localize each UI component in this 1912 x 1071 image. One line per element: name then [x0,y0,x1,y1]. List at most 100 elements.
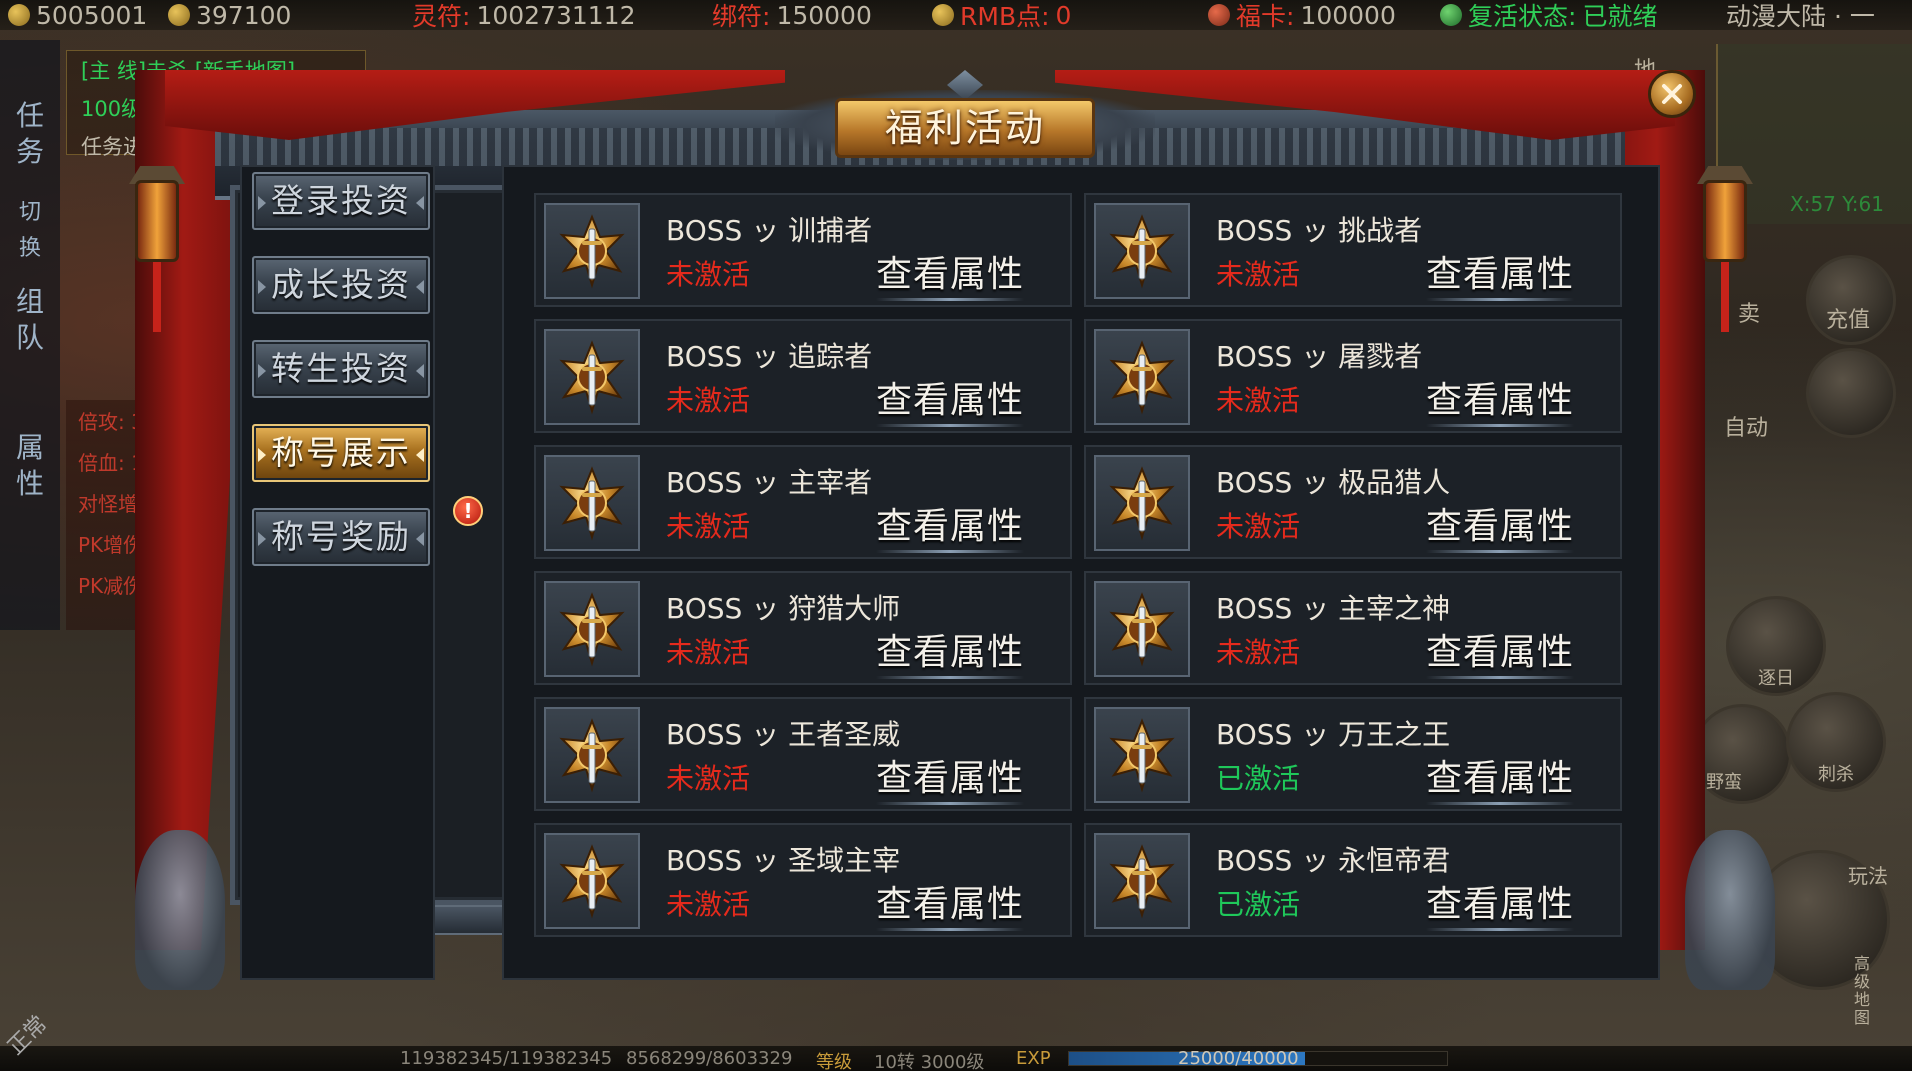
title-grid: BOSS ッ 训捕者 未激活 查看属性 BOSS ッ 挑战者 未激活 查看属性 BOSS ッ… [502,165,1660,980]
title-card: BOSS ッ 狩猎大师 未激活 查看属性 [534,571,1072,685]
high-map-label[interactable]: 高级地图 [1854,955,1874,1027]
nav-title-reward[interactable]: 称号奖励 [252,508,430,566]
coordinates: X:57 Y:61 [1790,192,1884,216]
revive-icon [1440,4,1462,26]
title-name: BOSS ッ 主宰者 [666,466,873,499]
panel-title: 福利活动 [884,106,1045,150]
gold-shop-button[interactable] [1806,348,1896,438]
title-status: 未激活 [666,510,751,543]
title-status: 未激活 [1216,636,1301,669]
title-icon-box[interactable] [544,455,640,551]
title-icon-box[interactable] [1094,581,1190,677]
left-lantern-icon [129,150,185,332]
title-icon-box[interactable] [544,581,640,677]
nav-login-invest[interactable]: 登录投资 [252,172,430,230]
view-attributes-button[interactable]: 查看属性 [1426,371,1575,427]
title-status: 已激活 [1216,888,1301,921]
team-tab[interactable]: 组队 [12,284,48,356]
view-attributes-button[interactable]: 查看属性 [876,371,1025,427]
title-status: 未激活 [666,258,751,291]
nav-title-display[interactable]: 称号展示 [252,424,430,482]
alert-badge-icon: ! [453,496,483,526]
title-card: BOSS ッ 屠戮者 未激活 查看属性 [1084,319,1622,433]
view-attributes-button[interactable]: 查看属性 [1426,623,1575,679]
title-card: BOSS ッ 追踪者 未激活 查看属性 [534,319,1072,433]
task-tab[interactable]: 任务 [12,98,48,170]
view-attributes-button[interactable]: 查看属性 [876,623,1025,679]
view-attributes-button[interactable]: 查看属性 [1426,497,1575,553]
gold-coin-icon [8,4,30,26]
mp-readout: 8568299/8603329 [626,1048,793,1069]
ingot-icon [168,4,190,26]
hp-readout: 119382345/119382345 [400,1048,613,1069]
attr-tab[interactable]: 属性 [12,430,48,502]
title-name: BOSS ッ 主宰之神 [1216,592,1451,625]
level-label: 等级 [816,1052,852,1071]
title-icon-box[interactable] [1094,455,1190,551]
fuka-icon [1208,4,1230,26]
bangfu-counter: 绑符: 150000 [712,0,872,32]
view-attributes-button[interactable]: 查看属性 [876,245,1025,301]
title-plaque: 福利活动 [775,70,1155,180]
boss-emblem-icon [1109,844,1175,919]
close-icon [1662,84,1682,104]
title-status: 未激活 [1216,510,1301,543]
title-icon-box[interactable] [544,833,640,929]
title-icon-box[interactable] [544,329,640,425]
right-lantern-icon [1697,150,1753,332]
view-attributes-button[interactable]: 查看属性 [876,749,1025,805]
close-button[interactable] [1648,70,1696,118]
rmb-icon [932,4,954,26]
yuanbao-counter: 397100 [168,0,291,30]
title-icon-box[interactable] [1094,329,1190,425]
lingfu-counter: 灵符: 1002731112 [412,0,636,32]
revive-status: 复活状态: 已就绪 [1440,0,1657,31]
title-status: 未激活 [666,888,751,921]
yeman-label: 野蛮 [1706,772,1742,793]
title-name: BOSS ッ 万王之王 [1216,718,1451,751]
boss-emblem-icon [1109,718,1175,793]
title-icon-box[interactable] [1094,203,1190,299]
level-value: 10转 3000级 [874,1052,985,1071]
title-status: 已激活 [1216,762,1301,795]
boss-emblem-icon [559,718,625,793]
map-name: 动漫大陆 · 一 [1726,2,1875,31]
view-attributes-button[interactable]: 查看属性 [1426,875,1575,931]
view-attributes-button[interactable]: 查看属性 [1426,245,1575,301]
title-status: 未激活 [666,762,751,795]
view-attributes-button[interactable]: 查看属性 [876,875,1025,931]
exp-label: EXP [1016,1048,1051,1069]
top-status-bar: 5005001 397100 灵符: 1002731112 绑符: 150000… [0,0,1912,32]
nav-rebirth-invest[interactable]: 转生投资 [252,340,430,398]
title-card: BOSS ッ 挑战者 未激活 查看属性 [1084,193,1622,307]
rmb-counter: RMB点: 0 [932,0,1071,31]
title-name: BOSS ッ 王者圣威 [666,718,901,751]
switch-button[interactable]: 切换 [12,195,48,267]
boss-emblem-icon [1109,214,1175,289]
recharge-label: 充值 [1826,308,1871,333]
boss-emblem-icon [1109,340,1175,415]
title-card: BOSS ッ 主宰者 未激活 查看属性 [534,445,1072,559]
wanfa-label[interactable]: 玩法 [1848,860,1888,889]
boss-emblem-icon [559,340,625,415]
title-icon-box[interactable] [544,707,640,803]
title-icon-box[interactable] [544,203,640,299]
title-icon-box[interactable] [1094,833,1190,929]
auto-label[interactable]: 自动 [1724,410,1768,442]
boss-emblem-icon [559,844,625,919]
title-card: BOSS ッ 永恒帝君 已激活 查看属性 [1084,823,1622,937]
left-hud: 任务 切换 组队 属性 [0,40,60,630]
view-attributes-button[interactable]: 查看属性 [876,497,1025,553]
title-status: 未激活 [1216,384,1301,417]
left-dragon-ornament-icon [135,830,225,990]
title-name: BOSS ッ 狩猎大师 [666,592,901,625]
boss-emblem-icon [1109,466,1175,541]
sell-label[interactable]: 卖 [1738,296,1760,328]
title-card: BOSS ッ 圣域主宰 未激活 查看属性 [534,823,1072,937]
title-name: BOSS ッ 极品猎人 [1216,466,1451,499]
title-card: BOSS ッ 主宰之神 未激活 查看属性 [1084,571,1622,685]
side-nav: 登录投资 成长投资 转生投资 称号展示 称号奖励 [240,165,435,980]
nav-growth-invest[interactable]: 成长投资 [252,256,430,314]
title-icon-box[interactable] [1094,707,1190,803]
view-attributes-button[interactable]: 查看属性 [1426,749,1575,805]
